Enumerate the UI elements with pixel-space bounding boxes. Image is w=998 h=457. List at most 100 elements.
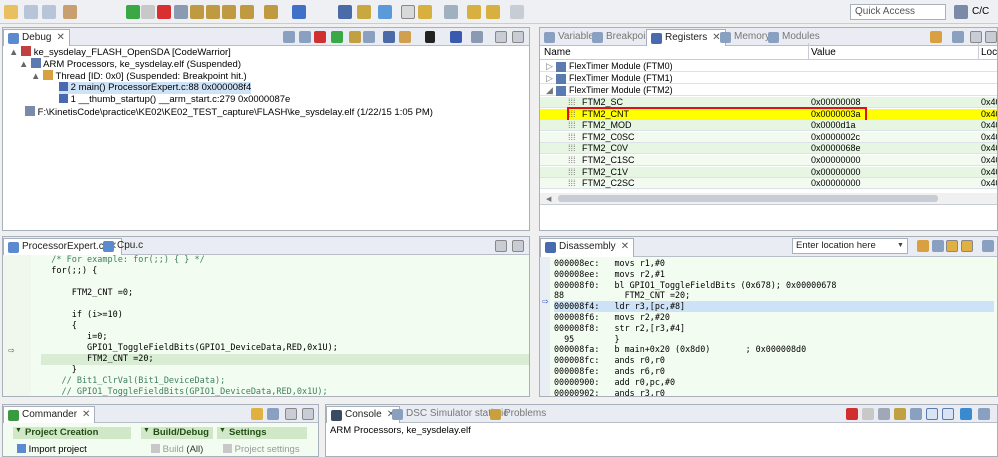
column-name[interactable]: Name — [544, 47, 571, 58]
display-console-icon[interactable] — [942, 408, 954, 420]
pin-icon[interactable] — [401, 5, 415, 19]
view-menu-icon[interactable] — [978, 408, 990, 420]
code-line[interactable]: { — [41, 321, 77, 332]
debug-tool-icon[interactable] — [338, 5, 352, 19]
view-menu-icon[interactable] — [952, 31, 964, 43]
remove-all-icon[interactable] — [878, 408, 890, 420]
section-settings[interactable]: ▼ Settings — [217, 427, 307, 439]
disassembly-line[interactable]: 000008fe: ands r6,r0 — [554, 366, 665, 377]
maximize-icon[interactable] — [512, 31, 524, 43]
editor-text-area[interactable]: /* For example: for(;;) { } */ for(;;) {… — [31, 255, 529, 396]
back-icon[interactable] — [486, 5, 500, 19]
code-line[interactable]: for(;;) { — [41, 266, 97, 277]
resume-debug-icon[interactable] — [314, 31, 326, 43]
remove-icon[interactable] — [299, 31, 311, 43]
mode-icon[interactable] — [425, 31, 435, 43]
detail-pane[interactable] — [540, 204, 997, 230]
step-into-icon[interactable] — [190, 5, 204, 19]
tree-process[interactable]: ▲ ARM Processors, ke_sysdelay.elf (Suspe… — [19, 58, 241, 70]
open-perspective-icon[interactable] — [954, 5, 968, 19]
project-settings-link[interactable]: Project settings — [223, 444, 300, 455]
disassembly-line[interactable]: 000008f4: ldr r3,[pc,#8] — [554, 301, 994, 312]
instruction-step-icon[interactable] — [240, 5, 254, 19]
column-location[interactable]: Loca — [981, 47, 997, 58]
column-value[interactable]: Value — [811, 47, 836, 58]
remove-launch-icon[interactable] — [862, 408, 874, 420]
perspective-label[interactable]: C/C — [972, 6, 989, 17]
link-icon[interactable] — [946, 240, 958, 252]
register-value[interactable]: 0x00000008 — [811, 97, 861, 108]
register-value[interactable]: 0x00000000 — [811, 167, 861, 178]
resume-icon[interactable] — [126, 5, 140, 19]
location-dropdown-icon[interactable]: ▼ — [897, 242, 904, 249]
disassembly-text-area[interactable]: 000008ec: movs r1,#0 000008ee: movs r2,#1… — [550, 257, 997, 396]
code-line[interactable]: // Bit1_ClrVal(Bit1_DeviceData); — [41, 376, 225, 387]
tab-modules[interactable]: Modules — [764, 29, 824, 46]
column-divider[interactable] — [978, 43, 979, 60]
search-icon[interactable] — [418, 5, 432, 19]
section-build-debug[interactable]: ▼ Build/Debug — [141, 427, 213, 439]
register-row[interactable]: ⁞⁞⁞ FTM2_C0SC 0x0000002c 0x40 — [540, 131, 997, 143]
clear-console-icon[interactable] — [894, 408, 906, 420]
code-line[interactable]: FTM2_CNT =20; — [41, 354, 529, 365]
tab-commander[interactable]: Commander ✕ — [3, 406, 96, 423]
register-group-ftm1[interactable]: ▷ FlexTimer Module (FTM1) — [540, 73, 997, 84]
connect-icon[interactable] — [331, 31, 343, 43]
suspend-icon[interactable] — [141, 5, 155, 19]
minimize-icon[interactable] — [970, 31, 982, 43]
view-menu-icon[interactable] — [267, 408, 279, 420]
disassembly-line[interactable]: 000008ec: movs r1,#0 — [554, 258, 665, 269]
quick-access-input[interactable]: Quick Access — [850, 4, 946, 20]
open-console-icon[interactable] — [960, 408, 972, 420]
minimize-icon[interactable] — [285, 408, 297, 420]
tree-elf[interactable]: F:\KinetisCode\practice\KE02\KE02_TEST_c… — [25, 106, 433, 118]
register-value[interactable]: 0x0000d1a — [811, 120, 856, 131]
step-icon[interactable] — [349, 31, 361, 43]
commander-settings-icon[interactable] — [251, 408, 263, 420]
code-line[interactable]: } — [41, 365, 77, 376]
tree-thread[interactable]: ▲ Thread [ID: 0x0] (Suspended: Breakpoin… — [31, 70, 247, 82]
register-row[interactable]: ⁞⁞⁞ FTM2_C0V 0x0000068e 0x40 — [540, 143, 997, 155]
scroll-thumb[interactable] — [558, 195, 938, 202]
new-icon[interactable] — [4, 5, 18, 19]
tab-disassembly[interactable]: Disassembly ✕ — [540, 238, 635, 257]
close-icon[interactable]: ✕ — [56, 32, 64, 43]
disassembly-line[interactable]: FTM2_CNT =20; — [554, 290, 691, 301]
register-group-ftm2[interactable]: ◢ FlexTimer Module (FTM2) — [540, 85, 997, 96]
disassembly-line[interactable]: 00000900: add r0,pc,#0 — [554, 377, 675, 388]
maximize-icon[interactable] — [302, 408, 314, 420]
annotation-icon[interactable] — [467, 5, 481, 19]
code-line[interactable]: GPIO1_ToggleFieldBits(GPIO1_DeviceData,R… — [41, 343, 338, 354]
maximize-icon[interactable] — [512, 240, 524, 252]
code-line[interactable]: FTM2_CNT =0; — [41, 288, 133, 299]
register-row[interactable]: ⁞⁞⁞ FTM2_SC 0x00000008 0x40 — [540, 97, 997, 108]
format-icon[interactable] — [930, 31, 942, 43]
tab-debug[interactable]: Debug ✕ — [3, 29, 70, 46]
stack-icon[interactable] — [383, 31, 395, 43]
horizontal-scrollbar[interactable]: ◀ — [540, 193, 997, 204]
view-icon[interactable] — [450, 31, 462, 43]
register-value[interactable]: 0x0000003a — [811, 109, 861, 120]
disassembly-line[interactable]: 000008f0: bl GPIO1_ToggleFieldBits (0x67… — [554, 280, 836, 291]
tab-problems[interactable]: Problems — [486, 406, 550, 423]
disassembly-line[interactable]: 000008fc: ands r0,r0 — [554, 355, 665, 366]
location-input[interactable]: Enter location here — [792, 238, 908, 254]
stack-frame-main[interactable]: 2 main() ProcessorExpert.c:88 0x000008f4 — [59, 82, 252, 94]
register-row[interactable]: ⁞⁞⁞ FTM2_C1V 0x00000000 0x40 — [540, 166, 997, 178]
maximize-icon[interactable] — [985, 31, 997, 43]
view-menu-icon[interactable] — [982, 240, 994, 252]
register-row[interactable]: ⁞⁞⁞ FTM2_C1SC 0x00000000 0x40 — [540, 155, 997, 166]
disassembly-line[interactable]: 95 } — [554, 334, 619, 345]
step-return-icon[interactable] — [222, 5, 236, 19]
tab-registers[interactable]: Registers ✕ — [646, 29, 726, 46]
tab-cpu[interactable]: Cpu.c — [99, 238, 147, 255]
disassembly-line[interactable]: 000008ee: movs r2,#1 — [554, 269, 665, 280]
disassembly-line[interactable]: 000008f6: movs r2,#20 — [554, 312, 670, 323]
next-annotation-icon[interactable] — [444, 5, 458, 19]
run-config-icon[interactable] — [378, 5, 392, 19]
collapse-icon[interactable] — [283, 31, 295, 43]
code-line[interactable]: if (i>=10) — [41, 310, 123, 321]
filter-icon[interactable] — [399, 31, 411, 43]
scroll-left-icon[interactable]: ◀ — [546, 195, 554, 203]
build-link[interactable]: Build (All) — [151, 444, 203, 455]
